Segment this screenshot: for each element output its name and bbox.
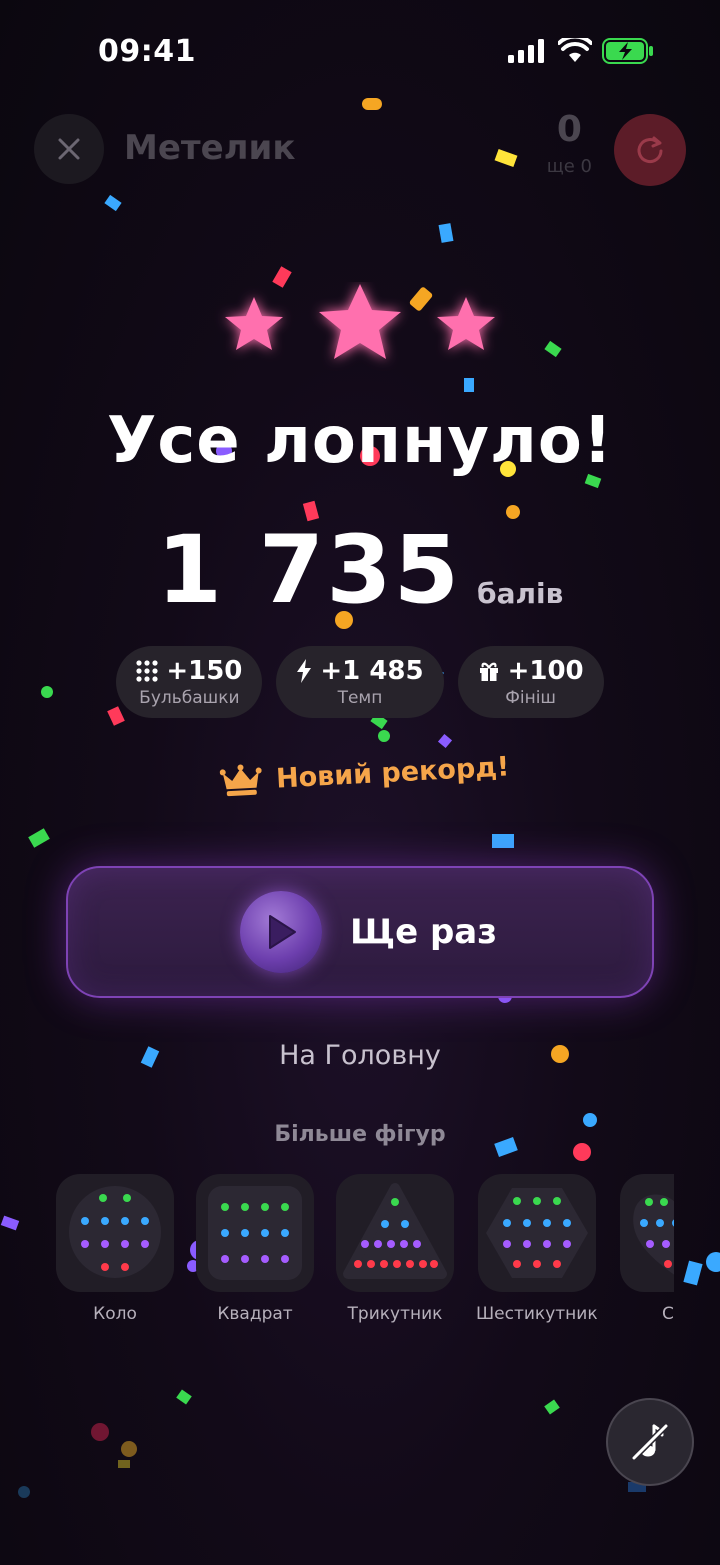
square-shape-icon [208, 1186, 302, 1280]
shape-label: Шестикутник [476, 1304, 598, 1324]
status-time: 09:41 [98, 34, 196, 69]
shape-card-circle[interactable]: Коло [56, 1174, 174, 1334]
level-title: Метелик [124, 128, 296, 168]
bonus-label: Фініш [505, 688, 556, 708]
final-score-unit: балів [477, 577, 564, 610]
bonus-chip-finish: +100 Фініш [457, 646, 604, 718]
result-headline: Усе лопнуло! [107, 404, 613, 478]
gift-icon [479, 662, 498, 681]
rating-stars [225, 284, 495, 359]
status-icons [508, 38, 654, 64]
crown-icon [219, 764, 262, 797]
grid-dots-icon [136, 660, 158, 682]
shapes-carousel[interactable]: Коло Квадрат Трикутник Шестикутник С [56, 1174, 674, 1334]
close-button[interactable] [34, 114, 104, 184]
shape-label: Трикутник [347, 1304, 443, 1324]
shape-card-hexagon[interactable]: Шестикутник [476, 1174, 598, 1334]
star-icon [319, 284, 401, 359]
bonus-value: +100 [507, 656, 584, 686]
final-score-value: 1 735 [156, 516, 462, 625]
header-score-sub: ще 0 [546, 156, 592, 177]
shape-label: Коло [93, 1304, 137, 1324]
shape-thumbnail [196, 1174, 314, 1292]
final-score: 1 735 балів [0, 524, 720, 618]
play-icon [240, 891, 322, 973]
header-score: 0 ще 0 [546, 109, 592, 178]
triangle-shape-icon [343, 1183, 447, 1279]
shape-card-heart[interactable]: Сер [619, 1174, 674, 1334]
shape-label: Сер [662, 1304, 674, 1324]
new-record-badge: Новий рекорд! [219, 750, 510, 797]
star-icon [437, 297, 495, 350]
cellular-signal-icon [508, 39, 544, 63]
music-toggle-button[interactable] [606, 1398, 694, 1486]
star-icon [225, 297, 283, 350]
restart-icon [637, 136, 663, 164]
music-off-icon [631, 1423, 669, 1461]
bonus-chip-tempo: +1 485 Темп [276, 646, 444, 718]
circle-shape-icon [69, 1186, 161, 1278]
header-score-value: 0 [556, 109, 582, 150]
close-icon [58, 138, 80, 160]
shape-label: Квадрат [217, 1304, 293, 1324]
shape-card-triangle[interactable]: Трикутник [336, 1174, 454, 1334]
shape-thumbnail [56, 1174, 174, 1292]
play-again-label: Ще раз [350, 912, 498, 952]
more-shapes-title: Більше фігур [274, 1122, 446, 1147]
battery-charging-icon [602, 38, 653, 64]
lightning-icon [297, 659, 312, 683]
bonus-label: Темп [337, 688, 383, 708]
bonus-label: Бульбашки [139, 688, 240, 708]
wifi-icon [558, 38, 592, 62]
bonus-value: +150 [166, 656, 243, 686]
bonus-chips: +150 Бульбашки +1 485 Темп +100 Фініш [0, 646, 720, 718]
play-again-button[interactable]: Ще раз [66, 866, 654, 998]
shape-thumbnail [477, 1174, 596, 1292]
heart-shape-icon [632, 1194, 674, 1275]
home-link[interactable]: На Головну [0, 1040, 720, 1071]
restart-button[interactable] [614, 114, 686, 186]
shape-card-square[interactable]: Квадрат [196, 1174, 314, 1334]
hexagon-shape-icon [485, 1188, 588, 1278]
bonus-chip-bubbles: +150 Бульбашки [116, 646, 263, 718]
new-record-text: Новий рекорд! [275, 750, 511, 795]
bonus-value: +1 485 [320, 656, 424, 686]
shape-thumbnail [336, 1174, 454, 1292]
shape-thumbnail [619, 1174, 674, 1292]
